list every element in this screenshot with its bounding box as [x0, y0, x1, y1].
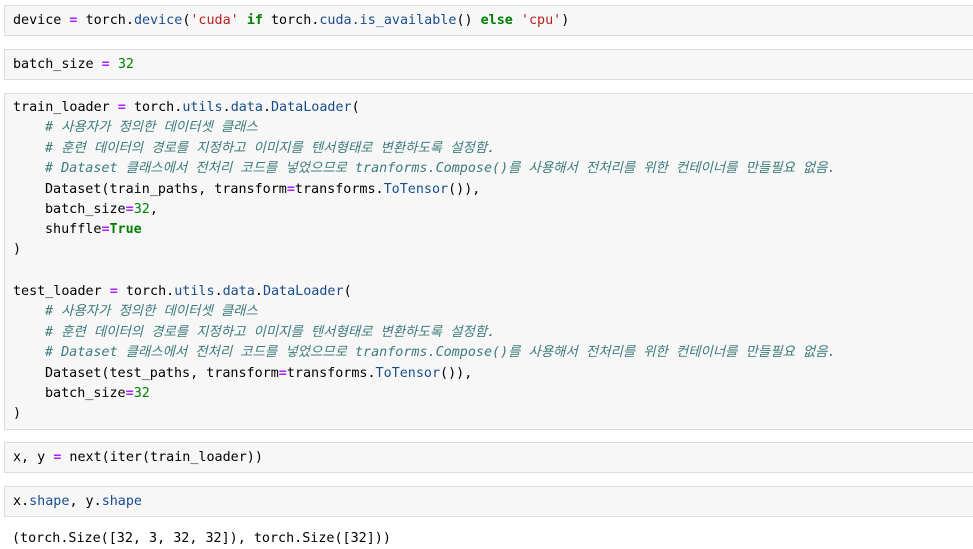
- code-token: ()),: [448, 182, 481, 197]
- code-attr: ToTensor: [375, 366, 441, 381]
- code-comment: # Dataset 클래스에서 전처리 코드를 넣었으므로 tranforms.…: [45, 345, 836, 360]
- code-string: 'cuda': [190, 13, 239, 28]
- code-token: torch.: [125, 284, 175, 299]
- code-cell-device[interactable]: device = torch.device('cuda' if torch.cu…: [4, 5, 973, 36]
- code-attr: cuda.is_available: [319, 13, 457, 28]
- cell-output: (torch.Size([32, 3, 32, 32]), torch.Size…: [12, 531, 391, 546]
- code-attr: utils: [182, 100, 223, 115]
- code-line: shuffle=True: [45, 220, 142, 240]
- code-comment: # 사용자가 정의한 데이터셋 클래스: [45, 304, 258, 319]
- code-line: ): [13, 406, 22, 421]
- code-attr: shape: [101, 494, 142, 509]
- code-token: device: [13, 13, 62, 28]
- code-token: .: [222, 100, 231, 115]
- code-attr: ToTensor: [383, 182, 449, 197]
- code-token: ): [561, 13, 570, 28]
- code-line: x.shape, y.shape: [13, 492, 142, 512]
- code-token: batch_size: [13, 57, 94, 72]
- code-token: batch_size: [45, 386, 126, 401]
- code-line: device = torch.device('cuda' if torch.cu…: [13, 11, 569, 31]
- code-attr: data: [222, 284, 255, 299]
- code-keyword: True: [109, 222, 142, 237]
- code-keyword: if: [246, 13, 263, 28]
- code-comment: # Dataset 클래스에서 전처리 코드를 넣었으므로 tranforms.…: [45, 161, 836, 176]
- code-cell-next-batch[interactable]: x, y = next(iter(train_loader)): [4, 442, 973, 473]
- code-number: 32: [117, 57, 134, 72]
- code-token: transforms.: [294, 182, 384, 197]
- code-cell-dataloaders[interactable]: train_loader = torch.utils.data.DataLoad…: [4, 93, 973, 430]
- code-token: (: [343, 284, 352, 299]
- code-token: .: [21, 494, 30, 509]
- code-attr: data: [230, 100, 263, 115]
- code-attr: utils: [174, 284, 215, 299]
- operator: =: [109, 100, 134, 115]
- code-number: 32: [133, 202, 150, 217]
- code-comment: # 훈련 데이터의 경로를 지정하고 이미지를 텐서형태로 변환하도록 설정함.: [45, 325, 496, 340]
- code-comment: # 사용자가 정의한 데이터셋 클래스: [45, 120, 258, 135]
- operator: =: [278, 366, 287, 381]
- code-line: train_loader = torch.utils.data.DataLoad…: [13, 98, 360, 118]
- operator: =: [125, 386, 134, 401]
- code-token: Dataset(test_paths, transform: [45, 366, 279, 381]
- code-token: train_loader: [13, 100, 110, 115]
- code-line: batch_size=32: [45, 384, 150, 404]
- operator: =: [101, 222, 110, 237]
- code-attr: DataLoader: [262, 284, 344, 299]
- operator: =: [93, 57, 118, 72]
- code-token: x: [13, 494, 22, 509]
- code-comment: # 훈련 데이터의 경로를 지정하고 이미지를 텐서형태로 변환하도록 설정함.: [45, 141, 496, 156]
- code-line: batch_size = 32: [13, 55, 134, 75]
- code-token: torch.: [271, 13, 320, 28]
- operator: =: [286, 182, 295, 197]
- operator: =: [61, 13, 86, 28]
- code-attr: shape: [29, 494, 70, 509]
- code-token: shuffle: [45, 222, 102, 237]
- code-line: ): [13, 242, 22, 257]
- code-line: Dataset(test_paths, transform=transforms…: [45, 364, 472, 384]
- code-attr: device: [133, 13, 183, 28]
- code-token: ()),: [440, 366, 473, 381]
- code-line: x, y = next(iter(train_loader)): [13, 448, 263, 468]
- code-attr: DataLoader: [271, 100, 352, 115]
- code-number: 32: [133, 386, 150, 401]
- code-token: , y: [69, 494, 94, 509]
- code-token: .: [93, 494, 102, 509]
- code-token: (): [456, 13, 481, 28]
- operator: =: [125, 202, 134, 217]
- code-token: test_loader: [13, 284, 102, 299]
- code-cell-shape[interactable]: x.shape, y.shape: [4, 486, 973, 517]
- code-keyword: else: [480, 13, 513, 28]
- code-token: next(iter(train_loader)): [61, 450, 263, 465]
- code-token: torch.: [85, 13, 134, 28]
- code-line: batch_size=32,: [45, 200, 158, 220]
- code-token: batch_size: [45, 202, 126, 217]
- code-token: x, y: [13, 450, 54, 465]
- code-token: Dataset(train_paths, transform: [45, 182, 287, 197]
- code-token: ,: [149, 202, 158, 217]
- code-token: torch.: [133, 100, 183, 115]
- code-token: .: [254, 284, 263, 299]
- code-cell-batch-size[interactable]: batch_size = 32: [4, 49, 973, 80]
- notebook: device = torch.device('cuda' if torch.cu…: [0, 0, 973, 548]
- code-token: .: [214, 284, 223, 299]
- code-string: 'cpu': [520, 13, 562, 28]
- code-token: transforms.: [286, 366, 376, 381]
- code-token: (: [351, 100, 360, 115]
- code-line: Dataset(train_paths, transform=transform…: [45, 180, 480, 200]
- operator: =: [101, 284, 126, 299]
- code-line: test_loader = torch.utils.data.DataLoade…: [13, 282, 352, 302]
- code-token: .: [262, 100, 271, 115]
